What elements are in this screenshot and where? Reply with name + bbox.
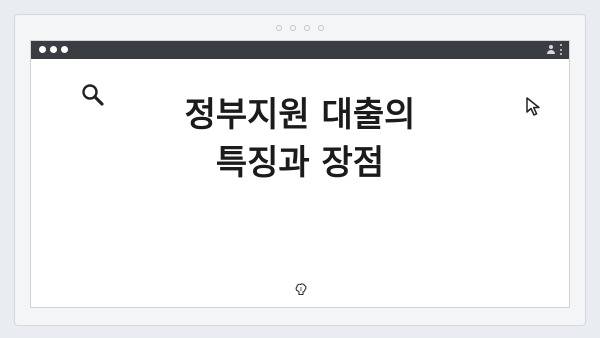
window-control-dot[interactable] [39, 46, 46, 53]
frame-dot [304, 25, 310, 31]
window-titlebar [31, 41, 569, 59]
title-line: 특징과 장점 [215, 143, 385, 183]
window-control-dot[interactable] [50, 46, 57, 53]
brain-icon [295, 283, 307, 296]
frame-dots [15, 25, 585, 31]
user-icon[interactable] [546, 44, 556, 55]
kebab-menu-icon[interactable] [560, 44, 563, 55]
frame-dot [290, 25, 296, 31]
page-title: 정부지원 대출의 특징과 장점 [0, 91, 600, 187]
frame-dot [318, 25, 324, 31]
title-line: 정부지원 대출의 [184, 95, 416, 135]
titlebar-actions [546, 44, 563, 55]
window-control-dot[interactable] [61, 46, 68, 53]
frame-dot [276, 25, 282, 31]
